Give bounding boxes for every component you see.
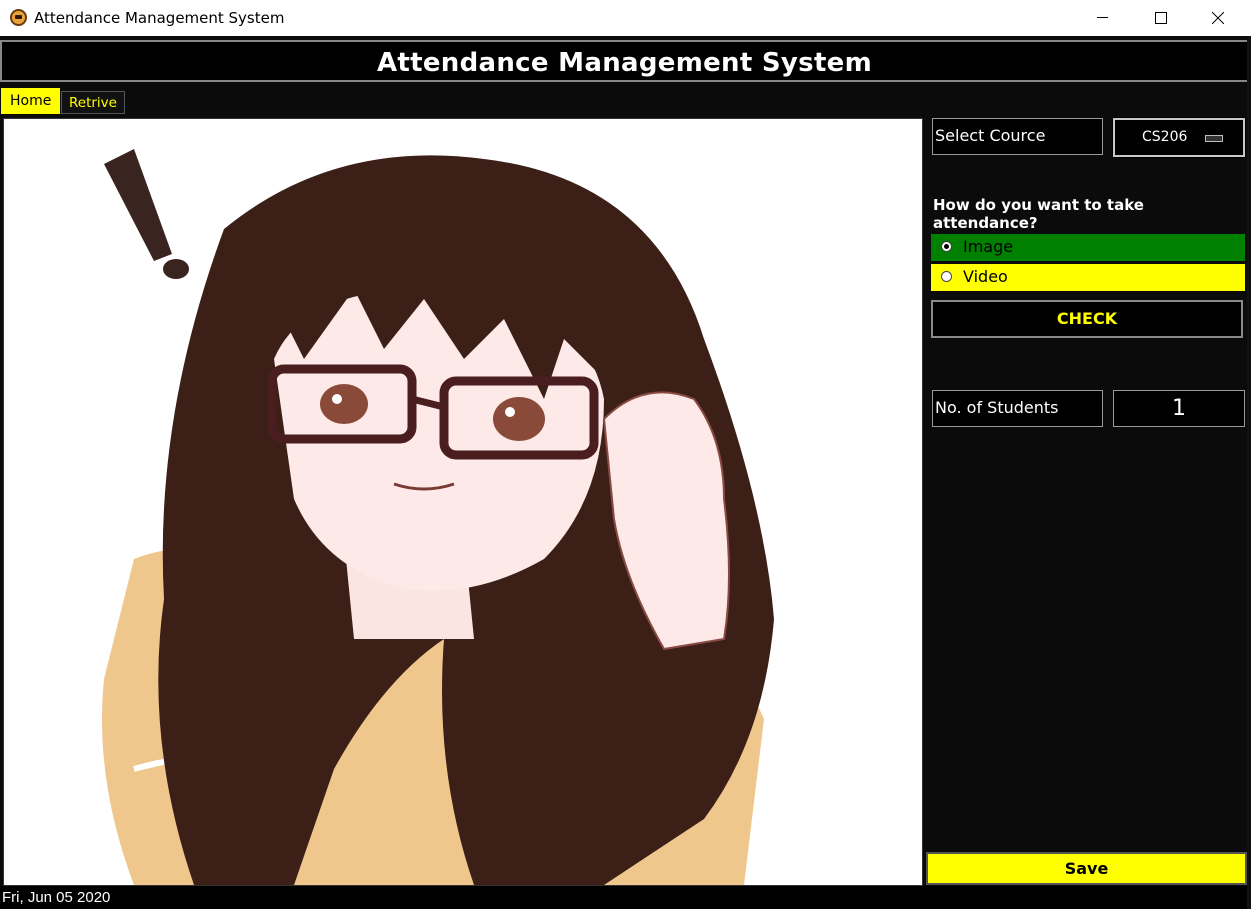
students-count-label: No. of Students xyxy=(932,390,1103,427)
radio-video[interactable]: Video xyxy=(931,264,1245,291)
radio-selected-icon xyxy=(941,241,952,252)
tab-retrive[interactable]: Retrive xyxy=(61,91,125,114)
status-date: Fri, Jun 05 2020 xyxy=(2,889,111,906)
app-header: Attendance Management System xyxy=(0,40,1249,82)
radio-image-label: Image xyxy=(963,237,1014,256)
select-course-label: Select Cource xyxy=(932,118,1103,155)
radio-image[interactable]: Image xyxy=(931,234,1245,261)
illustration-image xyxy=(4,119,922,885)
app-logo-icon xyxy=(10,9,27,26)
course-select-value: CS206 xyxy=(1142,129,1188,145)
maximize-button[interactable] xyxy=(1131,0,1189,36)
close-icon xyxy=(1212,12,1224,24)
close-button[interactable] xyxy=(1189,0,1247,36)
status-bar: Fri, Jun 05 2020 xyxy=(0,886,1251,909)
students-count-value: 1 xyxy=(1113,390,1245,427)
window-title: Attendance Management System xyxy=(34,9,285,27)
window-border xyxy=(1247,36,1251,909)
page-title: Attendance Management System xyxy=(376,48,873,78)
radio-video-label: Video xyxy=(963,267,1008,286)
dropdown-indicator-icon xyxy=(1205,135,1223,142)
attendance-question: How do you want to take attendance? xyxy=(933,196,1144,232)
photo-preview xyxy=(3,118,923,886)
tab-home[interactable]: Home xyxy=(1,88,61,114)
check-button[interactable]: CHECK xyxy=(931,300,1243,338)
save-button[interactable]: Save xyxy=(926,852,1247,885)
radio-unselected-icon xyxy=(941,271,952,282)
course-select[interactable]: CS206 xyxy=(1112,117,1246,158)
window-titlebar: Attendance Management System xyxy=(0,0,1251,36)
minimize-button[interactable] xyxy=(1073,0,1131,36)
app-window: Attendance Management System Home Retriv… xyxy=(0,36,1251,909)
